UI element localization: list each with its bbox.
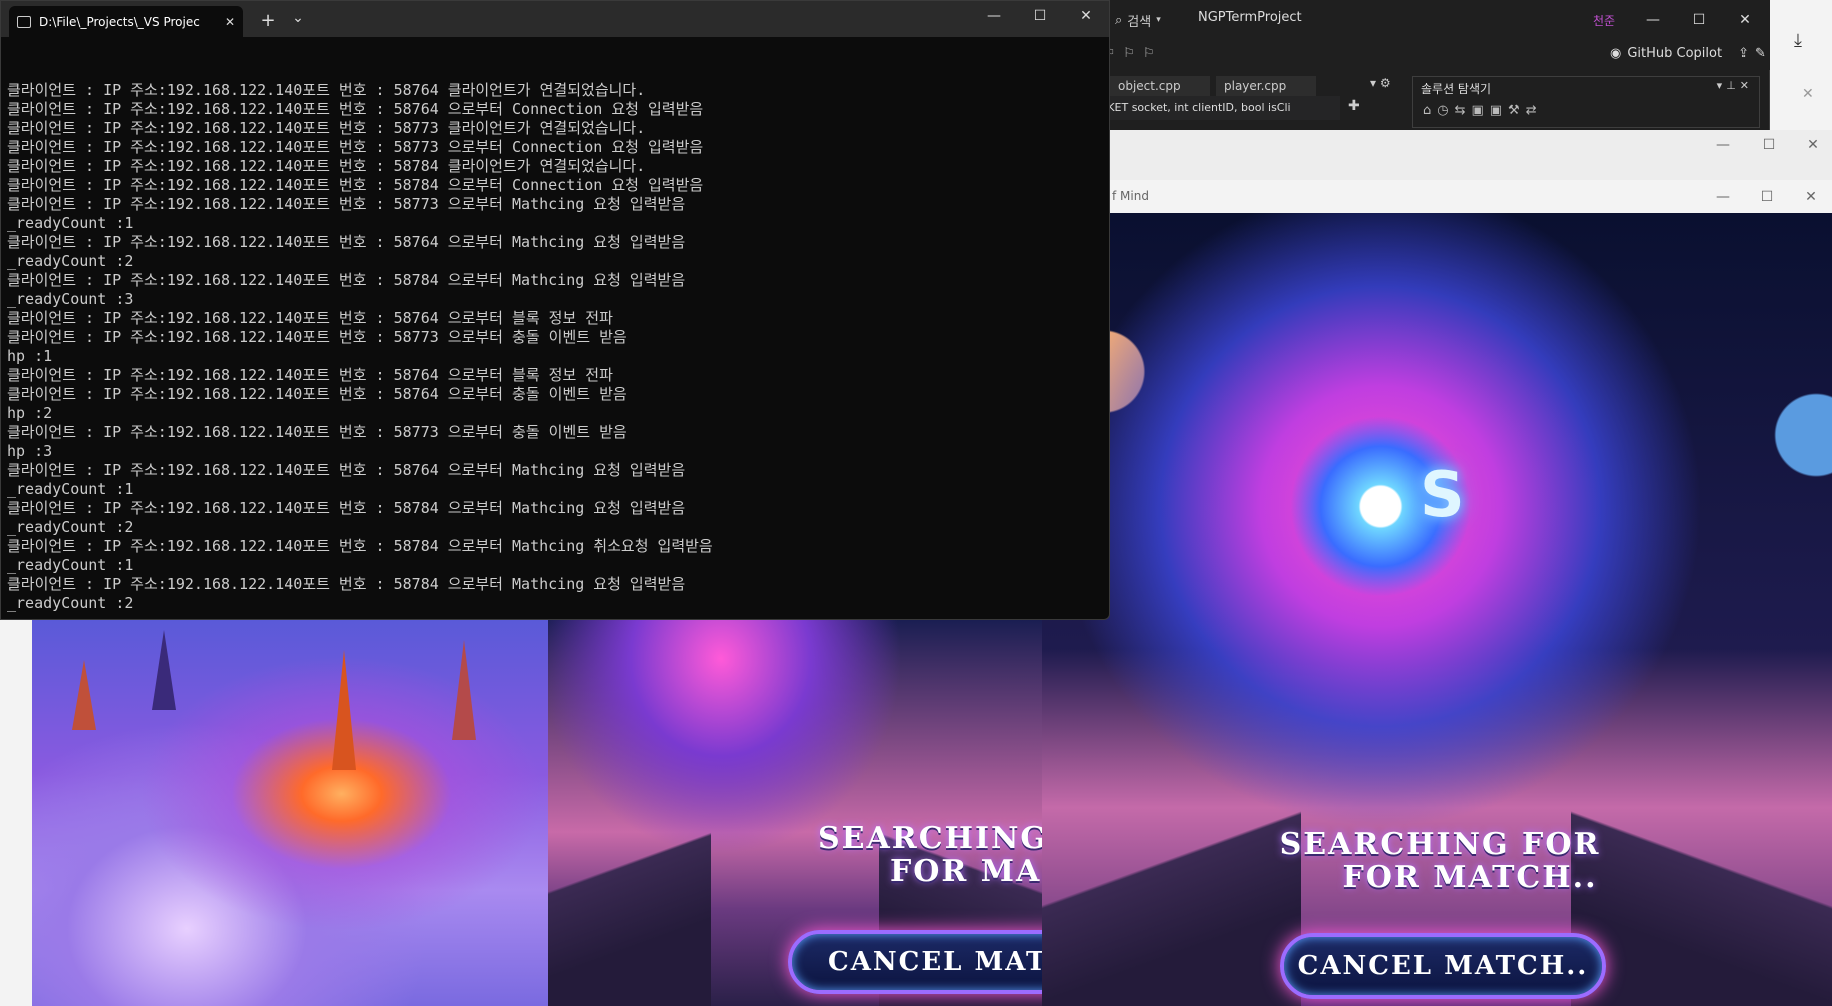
- solution-explorer: 솔루션 탐색기 ▾⊥✕ ⌂◷⇆▣▣⚒⇄: [1412, 76, 1760, 128]
- searching-status-text: SEARCHING FOR MA: [818, 822, 1042, 888]
- close-icon[interactable]: ✕: [1802, 86, 1814, 102]
- searching-status-line2: FOR MATCH..: [1342, 860, 1598, 895]
- log-line: 클라이언트 : IP 주소:192.168.122.140포트 번호 : 587…: [7, 138, 704, 156]
- terminal-close-button[interactable]: ✕: [1063, 1, 1109, 31]
- log-line: 클라이언트 : IP 주소:192.168.122.140포트 번호 : 587…: [7, 233, 686, 251]
- close-tab-icon[interactable]: ✕: [225, 15, 235, 29]
- chevron-down-icon: ▾: [1156, 15, 1161, 25]
- log-line: _readyCount :3: [7, 290, 134, 308]
- search-icon: ⌕: [1115, 12, 1123, 28]
- minimize-button[interactable]: —: [1700, 130, 1746, 160]
- vs-minimize-button[interactable]: —: [1630, 5, 1676, 35]
- background-window-titlebar: — ☐ ✕: [1080, 130, 1832, 180]
- visual-studio-window: ⌕ 검색 ▾ NGPTermProject 천준 — ☐ ✕ ⚑⚐⚐⚐ ◉ Gi…: [1080, 0, 1770, 135]
- tab-dropdown-button[interactable]: ⌄: [287, 7, 309, 29]
- vs-search-box[interactable]: ⌕ 검색 ▾: [1115, 10, 1185, 30]
- log-line: 클라이언트 : IP 주소:192.168.122.140포트 번호 : 587…: [7, 100, 704, 118]
- game-window-right: f Mind — ☐ ✕ S SEARCHING FOR FOR MATCH..…: [1040, 180, 1832, 1006]
- log-line: _readyCount :1: [7, 556, 134, 574]
- feedback-icon[interactable]: ✎: [1755, 46, 1766, 61]
- terminal-output[interactable]: 클라이언트 : IP 주소:192.168.122.140포트 번호 : 587…: [7, 43, 1105, 615]
- log-line: 클라이언트 : IP 주소:192.168.122.140포트 번호 : 587…: [7, 195, 686, 213]
- background-window-edge: [0, 620, 32, 1006]
- share-icon[interactable]: ⇪: [1738, 46, 1749, 61]
- log-line: _readyCount :2: [7, 518, 134, 536]
- vs-function-navigation[interactable]: SOCKET socket, int clientID, bool isCli: [1080, 96, 1340, 120]
- log-line: _readyCount :2: [7, 252, 134, 270]
- log-line: 클라이언트 : IP 주소:192.168.122.140포트 번호 : 587…: [7, 157, 646, 175]
- castle-spire-image: [332, 650, 356, 770]
- maximize-button[interactable]: ☐: [1744, 182, 1790, 212]
- game-canvas[interactable]: S SEARCHING FOR FOR MATCH.. CANCEL MATCH…: [1040, 213, 1832, 1006]
- log-line: 클라이언트 : IP 주소:192.168.122.140포트 번호 : 587…: [7, 537, 713, 555]
- vs-search-label: 검색: [1127, 14, 1152, 30]
- tab-overflow-icon[interactable]: ▾ ⚙: [1370, 76, 1391, 90]
- cancel-match-button[interactable]: CANCEL MATC: [788, 930, 1042, 994]
- game-logo: S: [1420, 458, 1465, 531]
- searching-status-line1: SEARCHING: [818, 821, 1042, 856]
- log-line: 클라이언트 : IP 주소:192.168.122.140포트 번호 : 587…: [7, 119, 646, 137]
- terminal-titlebar: D:\File\_Projects\_VS Projec ✕ + ⌄ — ☐ ✕: [1, 1, 1109, 37]
- log-line: hp :1: [7, 347, 53, 365]
- minimize-button[interactable]: —: [1700, 182, 1746, 212]
- log-line: 클라이언트 : IP 주소:192.168.122.140포트 번호 : 587…: [7, 499, 686, 517]
- log-line: hp :2: [7, 404, 53, 422]
- new-tab-button[interactable]: +: [255, 9, 281, 31]
- game-window-title: f Mind: [1112, 189, 1149, 203]
- maximize-button[interactable]: ☐: [1746, 130, 1792, 160]
- log-line: _readyCount :1: [7, 214, 134, 232]
- terminal-minimize-button[interactable]: —: [971, 1, 1017, 31]
- game-window-middle[interactable]: SEARCHING FOR MA CANCEL MATC: [548, 620, 1042, 1006]
- log-line: 클라이언트 : IP 주소:192.168.122.140포트 번호 : 587…: [7, 385, 627, 403]
- solution-explorer-title: 솔루션 탐색기: [1421, 82, 1492, 96]
- vs-project-name: NGPTermProject: [1198, 10, 1302, 25]
- close-button[interactable]: ✕: [1790, 130, 1832, 160]
- log-line: 클라이언트 : IP 주소:192.168.122.140포트 번호 : 587…: [7, 309, 613, 327]
- vs-titlebar: ⌕ 검색 ▾ NGPTermProject 천준 — ☐ ✕: [1080, 0, 1770, 40]
- cancel-match-button[interactable]: CANCEL MATCH..: [1280, 933, 1606, 999]
- pane-pin-icon[interactable]: ▾⊥✕: [1717, 79, 1753, 92]
- log-line: _readyCount :1: [7, 480, 134, 498]
- terminal-maximize-button[interactable]: ☐: [1017, 1, 1063, 31]
- terminal-icon: [17, 15, 31, 28]
- mountain-spire-image: [72, 660, 96, 730]
- log-line: _readyCount :2: [7, 594, 134, 612]
- vs-close-button[interactable]: ✕: [1722, 5, 1768, 35]
- download-icon[interactable]: ⤓: [1794, 30, 1802, 51]
- copilot-label: GitHub Copilot: [1627, 46, 1723, 61]
- searching-status-line2: FOR MA: [890, 854, 1042, 889]
- log-list: 클라이언트 : IP 주소:192.168.122.140포트 번호 : 587…: [7, 81, 1105, 613]
- terminal-tab[interactable]: D:\File\_Projects\_VS Projec ✕: [9, 6, 243, 37]
- tab-object-cpp[interactable]: object.cpp: [1110, 76, 1210, 96]
- game-window-left[interactable]: [32, 620, 548, 1006]
- log-line: 클라이언트 : IP 주소:192.168.122.140포트 번호 : 587…: [7, 328, 627, 346]
- searching-status-text: SEARCHING FOR FOR MATCH..: [1240, 828, 1640, 894]
- log-line: 클라이언트 : IP 주소:192.168.122.140포트 번호 : 587…: [7, 423, 627, 441]
- log-line: hp :3: [7, 442, 53, 460]
- log-line: 클라이언트 : IP 주소:192.168.122.140포트 번호 : 587…: [7, 575, 686, 593]
- log-line: 클라이언트 : IP 주소:192.168.122.140포트 번호 : 587…: [7, 176, 704, 194]
- vs-tab-strip: object.cpp player.cpp: [1080, 72, 1320, 96]
- tab-player-cpp[interactable]: player.cpp: [1216, 76, 1316, 96]
- searching-status-line1: SEARCHING FOR: [1279, 827, 1601, 862]
- log-line: 클라이언트 : IP 주소:192.168.122.140포트 번호 : 587…: [7, 461, 686, 479]
- copilot-icon: ◉: [1610, 46, 1622, 61]
- mountain-spire-image: [152, 630, 176, 710]
- log-line: 클라이언트 : IP 주소:192.168.122.140포트 번호 : 587…: [7, 271, 686, 289]
- log-line: 클라이언트 : IP 주소:192.168.122.140포트 번호 : 587…: [7, 81, 646, 99]
- add-icon[interactable]: ✚: [1348, 98, 1360, 114]
- terminal-tab-title: D:\File\_Projects\_VS Projec: [39, 14, 200, 29]
- vs-maximize-button[interactable]: ☐: [1676, 5, 1722, 35]
- background-window: ⤓ ✕: [1770, 0, 1832, 135]
- terminal-window: D:\File\_Projects\_VS Projec ✕ + ⌄ — ☐ ✕…: [0, 0, 1110, 620]
- avatar[interactable]: 천준: [1590, 9, 1618, 31]
- solution-explorer-toolbar[interactable]: ⌂◷⇆▣▣⚒⇄: [1423, 103, 1543, 118]
- close-button[interactable]: ✕: [1788, 182, 1832, 212]
- mountain-spire-image: [452, 640, 476, 740]
- vs-toolbar: ⚑⚐⚐⚐ ◉ GitHub Copilot ⇪ ✎: [1080, 40, 1770, 70]
- log-line: 클라이언트 : IP 주소:192.168.122.140포트 번호 : 587…: [7, 366, 613, 384]
- github-copilot-button[interactable]: ◉ GitHub Copilot ⇪ ✎: [1610, 46, 1766, 61]
- game-window-titlebar: f Mind — ☐ ✕: [1040, 180, 1832, 213]
